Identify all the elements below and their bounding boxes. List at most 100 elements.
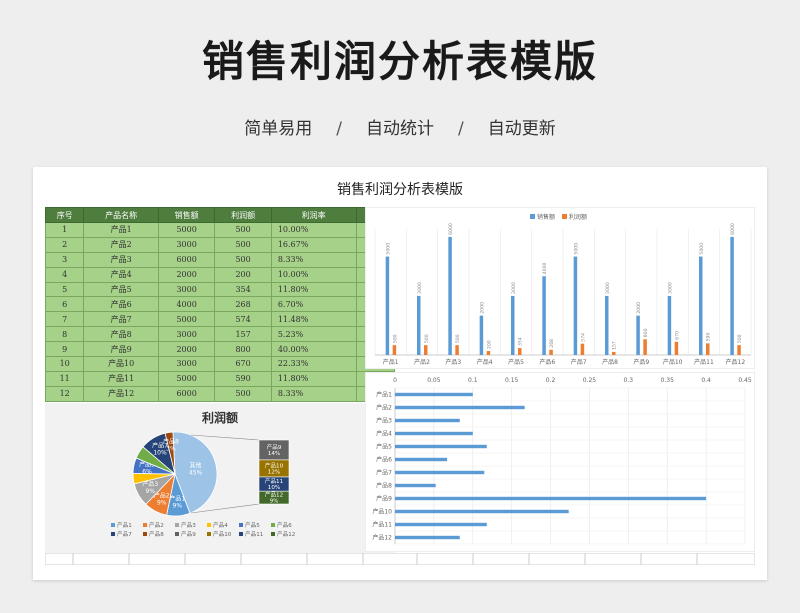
- tag-separator: /: [458, 119, 464, 139]
- table-cell[interactable]: 5000: [157, 222, 216, 238]
- table-cell[interactable]: 产品3: [83, 251, 159, 268]
- table-cell[interactable]: 590: [214, 370, 272, 387]
- table-cell[interactable]: 200: [214, 266, 272, 283]
- table-cell[interactable]: 5.23%: [270, 326, 357, 343]
- legend-swatch: [111, 523, 115, 527]
- table-cell[interactable]: 6: [44, 296, 85, 313]
- table-cell[interactable]: 6000: [157, 385, 216, 402]
- x-tick-label: 产品9: [633, 358, 649, 366]
- legend-label: 产品11: [245, 530, 264, 538]
- legend-label: 产品2: [149, 521, 164, 529]
- table-cell[interactable]: 产品11: [83, 370, 159, 387]
- table-cell[interactable]: 1: [44, 222, 85, 238]
- table-cell[interactable]: 3000: [157, 281, 216, 298]
- table-cell[interactable]: 7: [44, 311, 85, 328]
- table-cell[interactable]: 500: [214, 222, 272, 238]
- x-tick-label: 产品4: [477, 358, 493, 366]
- table-cell[interactable]: 574: [214, 311, 272, 328]
- feature-tags: 简单易用 / 自动统计 / 自动更新: [0, 114, 800, 139]
- table-cell[interactable]: 5000: [157, 370, 216, 387]
- column-bar: [730, 236, 734, 355]
- legend-swatch: [207, 523, 211, 527]
- table-cell[interactable]: 3000: [157, 326, 216, 343]
- legend-swatch: [271, 523, 275, 527]
- column-bar: [392, 345, 397, 355]
- table-cell[interactable]: 157: [214, 326, 272, 343]
- y-tick-label: 产品3: [376, 417, 392, 425]
- legend-label: 产品8: [149, 530, 164, 538]
- x-tick-label: 产品7: [571, 358, 587, 366]
- table-cell[interactable]: 产品12: [83, 385, 159, 402]
- table-cell[interactable]: 产品5: [83, 281, 159, 298]
- table-cell[interactable]: 500: [214, 385, 272, 402]
- data-label: 500: [392, 334, 398, 343]
- table-cell[interactable]: 产品1: [83, 222, 159, 238]
- table-cell[interactable]: 16.67%: [270, 236, 357, 253]
- data-label: 157: [612, 341, 618, 350]
- column-bar: [573, 256, 578, 355]
- table-cell[interactable]: 10.00%: [270, 266, 357, 283]
- data-label: 500: [455, 334, 461, 343]
- table-cell[interactable]: 354: [214, 281, 272, 298]
- table-cell[interactable]: 8.33%: [270, 251, 357, 268]
- table-cell[interactable]: 22.33%: [270, 356, 357, 372]
- y-tick-label: 产品8: [376, 482, 392, 490]
- table-cell[interactable]: 4: [44, 266, 85, 283]
- column-chart-frame: [365, 207, 755, 369]
- tag-auto-stat: 自动统计: [366, 119, 434, 139]
- legend-swatch: [271, 532, 275, 536]
- table-cell[interactable]: 2000: [157, 341, 216, 358]
- table-cell[interactable]: 268: [214, 296, 272, 313]
- table-cell[interactable]: 3: [44, 251, 85, 268]
- table-cell[interactable]: 产品8: [83, 326, 159, 343]
- table-cell[interactable]: 6.70%: [270, 296, 357, 313]
- table-cell[interactable]: 40.00%: [270, 341, 357, 358]
- table-cell[interactable]: 5000: [157, 311, 216, 328]
- profit-rate-bar-chart: 0 0.05 0.1 0.15 0.2 0.25 0.3 0.35 0.4 0.45 产品1 产品2 产…: [365, 372, 755, 552]
- sheet-title: 销售利润分析表模版: [337, 182, 463, 198]
- table-cell[interactable]: 产品9: [83, 341, 159, 358]
- legend-label: 利润额: [569, 213, 587, 221]
- table-cell[interactable]: 670: [214, 356, 272, 372]
- table-row: 4产品4200020010.00%7: [44, 266, 396, 283]
- column-bar: [674, 341, 679, 355]
- breakout-connector: [190, 434, 260, 441]
- table-cell[interactable]: 500: [214, 236, 272, 253]
- data-label: 4000: [542, 262, 548, 274]
- table-cell[interactable]: 产品7: [83, 311, 159, 328]
- x-tick-label: 产品6: [539, 358, 555, 366]
- table-cell[interactable]: 800: [214, 341, 272, 358]
- column-bar: [385, 256, 390, 355]
- table-cell[interactable]: 11.80%: [270, 281, 357, 298]
- table-cell[interactable]: 8.33%: [270, 385, 357, 402]
- table-cell[interactable]: 4000: [157, 296, 216, 313]
- table-cell[interactable]: 500: [214, 251, 272, 268]
- table-cell[interactable]: 2000: [157, 266, 216, 283]
- y-tick-label: 产品2: [376, 404, 392, 412]
- legend-swatch: [143, 532, 147, 536]
- table-cell[interactable]: 产品2: [83, 236, 159, 253]
- data-label: 6000: [730, 223, 736, 235]
- table-cell[interactable]: 11: [44, 370, 85, 387]
- table-cell[interactable]: 5: [44, 281, 85, 298]
- legend-label: 产品4: [213, 521, 228, 529]
- table-cell[interactable]: 产品6: [83, 296, 159, 313]
- breakout-label: 产品9 14%: [267, 443, 282, 457]
- table-cell[interactable]: 11.48%: [270, 311, 357, 328]
- data-label: 800: [643, 328, 649, 337]
- table-cell[interactable]: 3000: [157, 236, 216, 253]
- table-cell[interactable]: 6000: [157, 251, 216, 268]
- table-cell[interactable]: 2: [44, 236, 85, 253]
- table-cell[interactable]: 8: [44, 326, 85, 343]
- table-cell[interactable]: 3000: [157, 356, 216, 372]
- table-cell[interactable]: 产品10: [83, 356, 159, 372]
- table-cell[interactable]: 10: [44, 356, 85, 372]
- column-bar: [486, 351, 491, 355]
- table-cell[interactable]: 12: [44, 385, 85, 402]
- x-tick-label: 0.45: [738, 377, 752, 384]
- table-cell[interactable]: 10.00%: [270, 222, 357, 238]
- table-cell[interactable]: 产品4: [83, 266, 159, 283]
- table-cell[interactable]: 11.80%: [270, 370, 357, 387]
- table-cell[interactable]: 9: [44, 341, 85, 358]
- legend-swatch: [239, 523, 243, 527]
